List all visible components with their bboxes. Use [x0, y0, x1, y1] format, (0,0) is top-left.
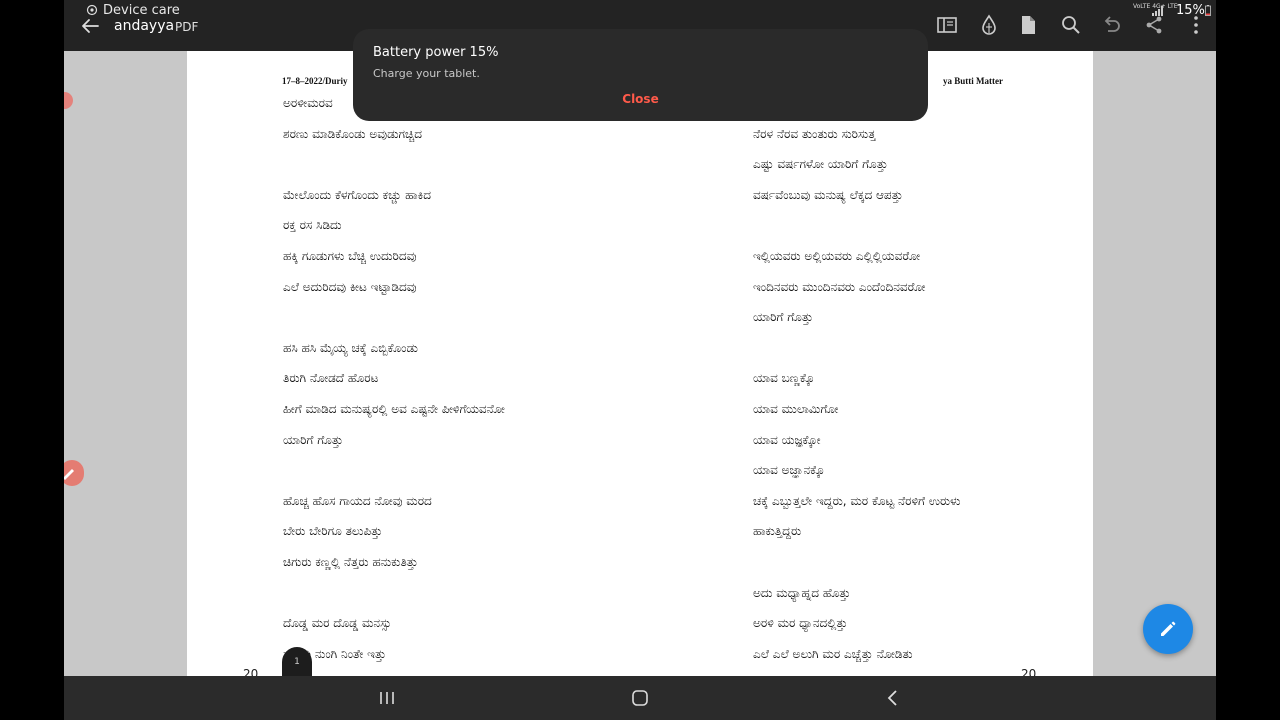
page-number-right: 20 [1021, 667, 1037, 676]
battery-icon [1205, 5, 1211, 16]
eye-comfort-icon[interactable] [977, 13, 1001, 37]
poem-line: ಇಂದಿನವರು ಮುಂದಿನವರು ಎಂದೆಂದಿನವರೋ [753, 279, 926, 294]
popup-title: Battery power 15% [373, 45, 499, 60]
close-button[interactable]: Close [353, 92, 928, 106]
poem-line: ಹಸಿ ಹಸಿ ಮೈಯ್ಯ ಚಕ್ಕೆ ಎಬ್ಬಿಕೊಂಡು [283, 340, 418, 355]
file-icon[interactable] [1016, 13, 1040, 37]
edit-fab-button[interactable] [1143, 604, 1193, 654]
popup-message: Charge your tablet. [373, 67, 480, 80]
bookmark-marker[interactable] [64, 92, 73, 109]
battery-percentage: 15% [1176, 3, 1205, 18]
poem-line: ಚಕ್ಕೆ ಎಬ್ಬುತ್ತಲೇ ಇದ್ದರು, ಮರ ಕೊಟ್ಟ ನೆರಳಿಗ… [753, 493, 961, 508]
reading-mode-icon[interactable] [935, 13, 959, 37]
poem-line: ವರ್ಷವೆಂಬುವು ಮನುಷ್ಯ ಲೆಕ್ಕದ ಆಪತ್ತು [753, 187, 903, 202]
poem-line: ಹೀಗೆ ಮಾಡಿದ ಮನುಷ್ಯರಲ್ಲಿ ಅವ ಎಷ್ಟನೇ ಪೀಳಿಗೆಯ… [283, 402, 505, 416]
poem-line: ಬೇರು ಬೇರಿಗೂ ತಲುಪಿತ್ತು [283, 524, 383, 539]
scroll-page-indicator: 1 [294, 657, 300, 667]
poem-line: ಯಾರಿಗೆ ಗೊತ್ತು [753, 310, 814, 325]
signal-icon [1152, 6, 1163, 16]
battery-warning-popup: Battery power 15% Charge your tablet. Cl… [353, 29, 928, 121]
poem-line: ಯಾವ ಬಣ್ಣಕ್ಕೊ [753, 371, 815, 386]
poem-line: ಯಾವ ಅಜ್ಞಾನಕ್ಕೊ [753, 463, 825, 478]
poem-line: ಹೊಚ್ಚ ಹೊಸ ಗಾಯದ ನೋವು ಮರದ [283, 493, 432, 508]
recents-icon[interactable] [376, 687, 398, 709]
page-number-left: 20 [243, 667, 259, 676]
poem-line: ಅರಳಿ ಮರ ಧ್ಯಾನದಲ್ಲಿತ್ತು [753, 616, 848, 631]
system-navigation-bar [64, 676, 1216, 720]
poem-line: ಎಲೆ ಎಲೆ ಅಲುಗಿ ಮರ ಎಚ್ಚೆತ್ತು ನೋಡಿತು [753, 646, 913, 661]
poem-line: ಇಲ್ಲಿಯವರು ಅಲ್ಲಿಯವರು ಎಲ್ಲಿಲ್ಲಿಯವರೋ [753, 249, 921, 263]
poem-line: ತಿರುಗಿ ನೋಡದೆ ಹೊರಟ [283, 371, 379, 386]
pencil-icon [1161, 621, 1176, 636]
document-title: andayya [114, 18, 175, 34]
poem-line: ಎಲೆ ಅದುರಿದವು ಕೀಟ ಇಟ್ಟಾಡಿದವು [283, 279, 417, 294]
back-icon[interactable] [882, 687, 904, 709]
search-icon[interactable] [1059, 13, 1083, 37]
pen-tool-handle[interactable] [64, 460, 84, 486]
undo-icon[interactable] [1099, 13, 1123, 37]
poem-line: ಹಾಕುತ್ತಿದ್ದರು [753, 524, 802, 539]
pen-icon [64, 469, 74, 480]
document-type: PDF [175, 20, 199, 34]
page-header-left: 17–8–2022/Duriy [282, 76, 348, 86]
poem-line: ಎಷ್ಟು ವರ್ಷಗಳೋ ಯಾರಿಗೆ ಗೊತ್ತು [753, 157, 888, 172]
poem-line: ಯಾವ ಮುಲಾಮಿಗೋ [753, 402, 839, 416]
poem-line: ಮೇಲೊಂದು ಕೆಳಗೊಂದು ಕಚ್ಚು ಹಾಕಿದ [283, 187, 432, 202]
home-icon[interactable] [629, 687, 651, 709]
poem-line: ಶರಣು ಮಾಡಿಕೊಂಡು ಅವುಡುಗಚ್ಚಿದ [283, 126, 423, 141]
poem-line: ಅರಳೀಮರವ [283, 96, 333, 110]
poem-line: ಯಾವ ಯಜ್ಞಕ್ಕೋ [753, 432, 821, 447]
back-arrow-icon[interactable] [78, 14, 102, 38]
poem-line: ನೆರಳ ನೆರವ ತುಂತುರು ಸುರಿಸುತ್ತ [753, 126, 876, 141]
poem-line: ಚಿಗುರು ಕಣ್ಣಲ್ಲಿ ನೆತ್ತರು ಹನುಕುತಿತ್ತು [283, 555, 418, 569]
device-care-label: Device care [103, 3, 180, 18]
share-icon[interactable] [1142, 13, 1166, 37]
pdf-viewer-screen: Device care andayya PDF VoLTE 4G+ LTE 15… [64, 0, 1216, 720]
poem-line: ದೊಡ್ಡ ಮರ ದೊಡ್ಡ ಮನಸ್ಸು [283, 616, 392, 631]
page-header-right: ya Butti Matter [943, 76, 1003, 86]
pdf-page[interactable]: 17–8–2022/Duriy ya Butti Matter ಅರಳೀಮರವ ಶ… [187, 51, 1093, 676]
poem-line: ಅದು ಮಧ್ಯಾಹ್ನದ ಹೊತ್ತು [753, 585, 851, 600]
poem-line: ಹಕ್ಕಿ ಗೂಡುಗಳು ಬೆಚ್ಚಿ ಉದುರಿದವು [283, 249, 417, 263]
poem-line: ರಕ್ತ ರಸ ಸಿಡಿದು [283, 218, 342, 233]
poem-line: ಯಾರಿಗೆ ಗೊತ್ತು [283, 432, 344, 447]
